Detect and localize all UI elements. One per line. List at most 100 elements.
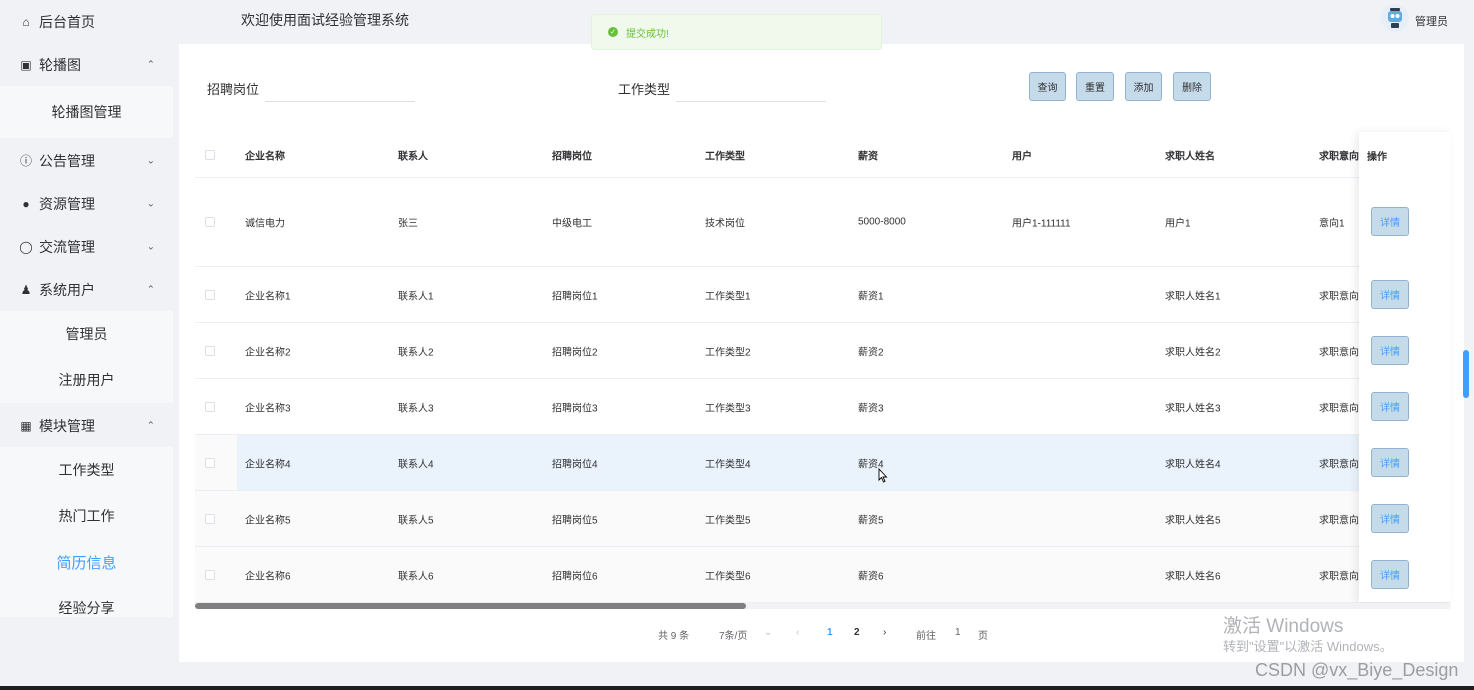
menu-resource[interactable]: ● 资源管理 ⌄	[0, 182, 173, 225]
col-intent: 求职意向	[1319, 151, 1359, 162]
chevron-up-icon: ⌃	[146, 284, 155, 295]
user-icon: ♟	[20, 282, 32, 297]
detail-button[interactable]: 详情	[1371, 336, 1409, 365]
menu-home[interactable]: ⌂ 后台首页	[0, 0, 173, 43]
app-title: 欢迎使用面试经验管理系统	[241, 12, 409, 28]
delete-button[interactable]: 删除	[1173, 72, 1211, 101]
cell-position: 招聘岗位2	[552, 347, 598, 358]
row-checkbox[interactable]	[205, 345, 215, 356]
cell-contact: 联系人5	[398, 515, 434, 526]
cell-position: 招聘岗位4	[552, 459, 598, 470]
menu-notice[interactable]: ⓘ 公告管理 ⌄	[0, 139, 173, 182]
menu-carousel[interactable]: ▣ 轮播图 ⌃	[0, 43, 173, 86]
select-all-checkbox[interactable]	[205, 149, 215, 160]
detail-button[interactable]: 详情	[1371, 448, 1409, 477]
search-input-position[interactable]	[265, 80, 415, 102]
sys-user-submenu: 管理员 注册用户	[0, 311, 173, 403]
cell-company: 企业名称2	[245, 347, 291, 358]
menu-sys-user[interactable]: ♟ 系统用户 ⌃	[0, 268, 173, 311]
row-checkbox[interactable]	[205, 513, 215, 524]
prev-page-icon[interactable]: ‹	[796, 627, 799, 638]
menu-module[interactable]: ▦ 模块管理 ⌃	[0, 404, 173, 447]
cell-work-type: 工作类型3	[705, 403, 751, 414]
add-button[interactable]: 添加	[1125, 72, 1162, 101]
cell-company: 企业名称3	[245, 403, 291, 414]
windows-watermark-sub: 转到"设置"以激活 Windows。	[1223, 639, 1393, 654]
row-checkbox[interactable]	[205, 569, 215, 580]
sidebar: ⌂ 后台首页 ▣ 轮播图 ⌃ 轮播图管理 ⓘ 公告管理 ⌄ ● 资源管理 ⌄ ◯…	[0, 0, 173, 690]
menu-home-label: 后台首页	[39, 13, 95, 30]
sidebar-item-carousel-manage[interactable]: 轮播图管理	[0, 86, 173, 138]
toast-message: 提交成功!	[626, 28, 669, 40]
module-submenu: 工作类型 热门工作 简历信息 经验分享	[0, 447, 173, 617]
table-header-row: 企业名称 联系人 招聘岗位 工作类型 薪资 用户 求职人姓名 求职意向	[195, 132, 1451, 178]
next-page-icon[interactable]: ›	[883, 627, 886, 638]
current-user-label[interactable]: 管理员	[1415, 13, 1448, 29]
table-row[interactable]: 企业名称1 联系人1 招聘岗位1 工作类型1 薪资1 求职人姓名1 求职意向	[195, 267, 1451, 323]
chevron-down-icon: ⌄	[146, 198, 155, 209]
sidebar-item-hot-jobs[interactable]: 热门工作	[0, 493, 173, 539]
cell-intent: 求职意向	[1319, 403, 1359, 414]
menu-carousel-label: 轮播图	[39, 56, 81, 73]
detail-button[interactable]: 详情	[1371, 504, 1409, 533]
col-applicant: 求职人姓名	[1165, 151, 1215, 162]
cell-salary: 薪资5	[858, 515, 884, 526]
scrollbar-thumb[interactable]	[195, 603, 746, 609]
page-size-select[interactable]: 7条/页	[719, 627, 747, 642]
row-checkbox[interactable]	[205, 401, 215, 412]
cell-salary: 薪资3	[858, 403, 884, 414]
cell-position: 招聘岗位6	[552, 571, 598, 582]
cell-applicant: 求职人姓名1	[1165, 291, 1221, 302]
cell-applicant: 求职人姓名4	[1165, 459, 1221, 470]
goto-label: 前往	[916, 631, 936, 642]
goto-input[interactable]: 1	[955, 627, 961, 638]
row-checkbox[interactable]	[205, 457, 215, 468]
cell-position: 招聘岗位3	[552, 403, 598, 414]
sidebar-item-admin[interactable]: 管理员	[0, 311, 173, 357]
col-operation: 操作	[1367, 152, 1387, 163]
row-checkbox[interactable]	[205, 289, 215, 300]
table-row[interactable]: 企业名称4 联系人4 招聘岗位4 工作类型4 薪资4 求职人姓名4 求职意向	[195, 435, 1451, 491]
search-label-position: 招聘岗位	[207, 82, 260, 97]
robot-avatar-icon	[1388, 8, 1402, 28]
detail-button[interactable]: 详情	[1371, 207, 1409, 236]
detail-button[interactable]: 详情	[1371, 392, 1409, 421]
cell-intent: 求职意向	[1319, 291, 1359, 302]
cell-salary: 薪资6	[858, 571, 884, 582]
cell-company: 企业名称6	[245, 571, 291, 582]
menu-exchange[interactable]: ◯ 交流管理 ⌄	[0, 225, 173, 268]
row-checkbox[interactable]	[205, 217, 215, 227]
reset-button[interactable]: 重置	[1076, 72, 1114, 101]
operation-column: 操作 详情 详情 详情 详情 详情 详情 详情	[1359, 132, 1451, 602]
query-button[interactable]: 查询	[1029, 72, 1066, 101]
grid-icon: ▦	[20, 418, 32, 433]
cell-contact: 联系人6	[398, 571, 434, 582]
cell-work-type: 工作类型1	[705, 291, 751, 302]
sidebar-item-registered-user[interactable]: 注册用户	[0, 357, 173, 403]
table-row[interactable]: 企业名称5 联系人5 招聘岗位5 工作类型5 薪资5 求职人姓名5 求职意向	[195, 491, 1451, 547]
table-row[interactable]: 企业名称6 联系人6 招聘岗位6 工作类型6 薪资6 求职人姓名6 求职意向	[195, 547, 1451, 603]
col-contact: 联系人	[398, 151, 428, 162]
detail-button[interactable]: 详情	[1371, 560, 1409, 589]
chevron-up-icon: ⌃	[146, 420, 155, 431]
avatar[interactable]	[1381, 4, 1409, 32]
chevron-down-icon[interactable]: ⌄	[764, 627, 772, 638]
home-icon: ⌂	[22, 14, 30, 29]
page-2[interactable]: 2	[854, 627, 860, 638]
horizontal-scrollbar[interactable]	[195, 603, 1451, 609]
col-position: 招聘岗位	[552, 151, 592, 162]
bottom-bar	[0, 686, 1474, 690]
table-row[interactable]: 企业名称3 联系人3 招聘岗位3 工作类型3 薪资3 求职人姓名3 求职意向	[195, 379, 1451, 435]
sidebar-item-experience[interactable]: 经验分享	[0, 585, 173, 631]
cell-contact: 张三	[398, 218, 418, 230]
sidebar-item-resume[interactable]: 简历信息	[0, 539, 173, 585]
search-input-work-type[interactable]	[676, 80, 826, 102]
vertical-scrollbar[interactable]	[1463, 350, 1469, 398]
sidebar-item-work-type[interactable]: 工作类型	[0, 447, 173, 493]
table-row[interactable]: 诚信电力 张三 中级电工 技术岗位 5000-8000 用户1-111111 用…	[195, 178, 1451, 267]
detail-button[interactable]: 详情	[1371, 280, 1409, 309]
cell-position: 招聘岗位1	[552, 291, 598, 302]
table-row[interactable]: 企业名称2 联系人2 招聘岗位2 工作类型2 薪资2 求职人姓名2 求职意向	[195, 323, 1451, 379]
menu-notice-label: 公告管理	[39, 152, 95, 169]
page-1[interactable]: 1	[827, 627, 833, 638]
